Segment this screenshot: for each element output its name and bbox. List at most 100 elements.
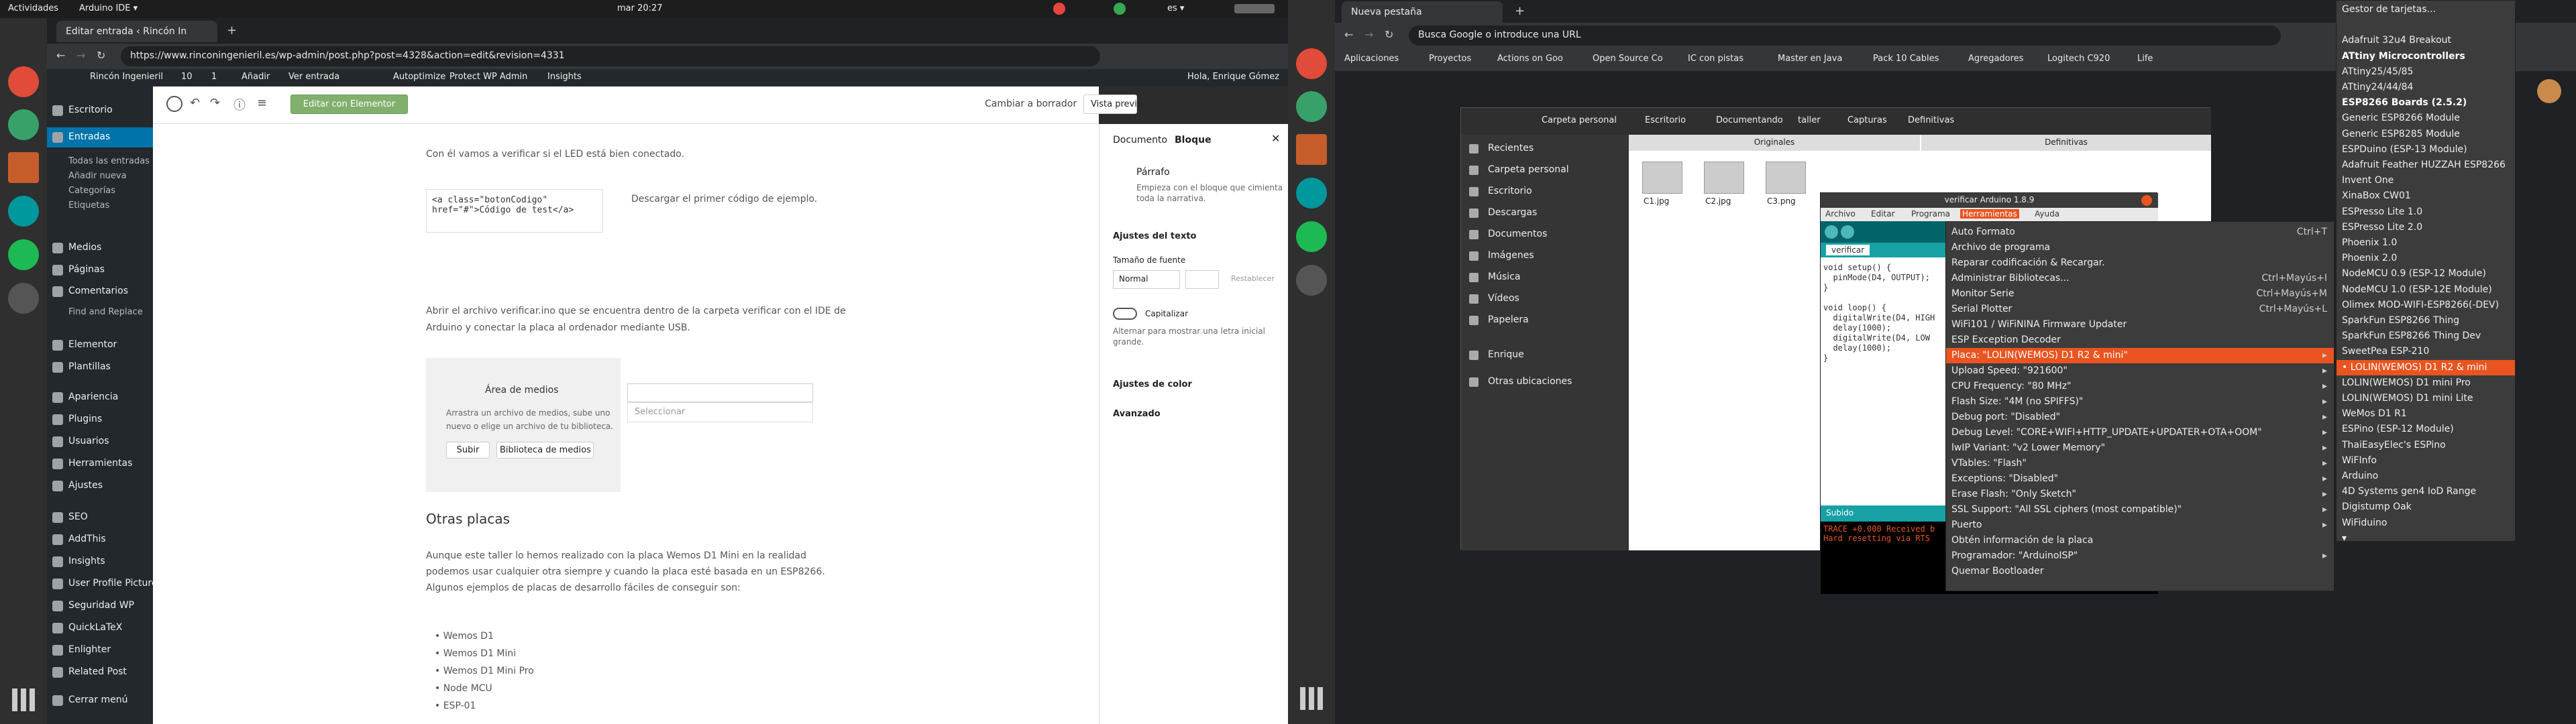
sidebar-item-17[interactable]: QuickLaTeX (47, 618, 153, 638)
omnibox-right[interactable]: Busca Google o introduce una URL (1409, 25, 2281, 46)
list-item[interactable]: • Wemos D1 (435, 631, 494, 642)
sidebar-subitem-2[interactable]: Categorías (47, 184, 153, 198)
sidebar-item-8[interactable]: Plugins (47, 410, 153, 430)
board-item-11[interactable]: Invent One (2337, 173, 2515, 188)
board-item-25[interactable]: LOLIN(WEMOS) D1 mini Lite (2337, 391, 2515, 406)
bookmark-0[interactable]: Aplicaciones (1344, 54, 1399, 64)
apps-grid-icon[interactable] (12, 688, 35, 711)
sidebar-subitem-1[interactable]: Añadir nueva (47, 169, 153, 184)
menu-ayuda[interactable]: Ayuda (2033, 209, 2061, 219)
sidebar-item-14[interactable]: Insights (47, 552, 153, 572)
board-item-7[interactable]: Generic ESP8266 Module (2337, 111, 2515, 126)
pane-definitivas[interactable]: Definitivas (1921, 135, 2211, 151)
wp-insights[interactable]: Insights (547, 72, 582, 82)
sidebar-item-11[interactable]: Ajustes (47, 476, 153, 496)
sidebar-item-12[interactable]: SEO (47, 507, 153, 528)
board-item-23[interactable]: • LOLIN(WEMOS) D1 R2 & mini (2337, 359, 2515, 375)
board-item-24[interactable]: LOLIN(WEMOS) D1 mini Pro (2337, 375, 2515, 391)
board-item-29[interactable]: WiFInfo (2337, 453, 2515, 469)
forward-icon-right[interactable]: → (1364, 28, 1373, 41)
switch-draft[interactable]: Cambiar a borrador (985, 99, 1077, 109)
place-item-4[interactable]: Documentos (1488, 229, 1547, 239)
board-item-31[interactable]: 4D Systems gen4 IoD Range (2337, 484, 2515, 499)
back-icon[interactable]: ← (56, 49, 65, 62)
board-item-12[interactable]: XinaBox CW01 (2337, 188, 2515, 204)
info-icon[interactable]: ⓘ (233, 96, 246, 113)
tools-menu-item-4[interactable]: Monitor Serie Ctrl+Mayús+M (1946, 286, 2334, 302)
app-dock-icon[interactable] (8, 109, 39, 140)
sketch-tab[interactable]: verificar (1826, 245, 1870, 255)
place-item-7[interactable]: Vídeos (1488, 293, 1519, 304)
board-item-16[interactable]: Phoenix 2.0 (2337, 251, 2515, 266)
sidebar-subitem-4[interactable]: Find and Replace (47, 305, 153, 320)
board-item-9[interactable]: ESPDuino (ESP-13 Module) (2337, 142, 2515, 158)
place-item-3[interactable]: Descargas (1488, 207, 1537, 218)
bookmark-2[interactable]: Actions on Goo (1497, 54, 1563, 64)
sidebar-subitem-0[interactable]: Todas las entradas (47, 154, 153, 169)
font-size-input[interactable] (1185, 270, 1219, 289)
sidebar-item-2[interactable]: Medios (47, 238, 153, 258)
tools-menu-item-14[interactable]: lwIP Variant: "v2 Lower Memory" ▸ (1946, 440, 2334, 456)
undo-icon[interactable]: ↶ (190, 96, 200, 110)
advanced-header[interactable]: Avanzado (1113, 409, 1161, 419)
sidebar-item-4[interactable]: Comentarios (47, 282, 153, 302)
bookmark-6[interactable]: Pack 10 Cables (1873, 54, 1939, 64)
board-item-15[interactable]: Phoenix 1.0 (2337, 235, 2515, 251)
language-indicator[interactable]: es ▾ (1167, 3, 1184, 13)
chrome-tray-icon[interactable] (1053, 3, 1065, 15)
bookmark-8[interactable]: Logitech C920 (2047, 54, 2110, 64)
bookmark-7[interactable]: Agregadores (1968, 54, 2023, 64)
media-block[interactable]: Área de medios Arrastra un archivo de me… (426, 358, 621, 492)
pane-originals[interactable]: Originales (1629, 135, 1920, 151)
board-item-2[interactable]: Adafruit 32u4 Breakout (2337, 33, 2515, 48)
sidebar-subitem-3[interactable]: Etiquetas (47, 198, 153, 213)
tools-menu-item-0[interactable]: Auto Formato Ctrl+T (1946, 225, 2334, 240)
bookmark-3[interactable]: Open Source Co (1593, 54, 1663, 64)
tools-menu-item-7[interactable]: ESP Exception Decoder (1946, 333, 2334, 348)
sidebar-item-19[interactable]: Related Post (47, 662, 153, 682)
sidebar-item-20[interactable]: Cerrar menú (47, 690, 153, 711)
arduino-dock-icon-right[interactable] (1296, 178, 1327, 208)
apps-grid-icon-right[interactable] (1300, 687, 1323, 710)
path-segment-4[interactable]: Capturas (1847, 115, 1887, 125)
tools-menu-item-2[interactable]: Reparar codificación & Recargar. (1946, 255, 2334, 271)
code-block[interactable]: <a class="botonCodigo" href="#">Código d… (426, 189, 603, 233)
path-segment-5[interactable]: Definitivas (1908, 115, 1954, 125)
tab-new[interactable]: Nueva pestaña (1342, 1, 1503, 23)
file-thumbnail[interactable] (1766, 162, 1806, 194)
wp-protect[interactable]: Protect WP Admin (449, 72, 527, 82)
arduino-dock-icon[interactable] (8, 196, 39, 227)
menu-editar[interactable]: Editar (1869, 209, 1897, 219)
tools-menu-item-9[interactable]: Upload Speed: "921600" ▸ (1946, 363, 2334, 379)
activities-button[interactable]: Actividades (8, 3, 58, 13)
spotify-dock-icon-right[interactable] (1296, 221, 1327, 252)
wp-updates[interactable]: 10 (181, 72, 193, 82)
tools-menu-item-17[interactable]: Erase Flash: "Only Sketch" ▸ (1946, 487, 2334, 502)
block-toolbar[interactable] (627, 383, 813, 402)
sidebar-item-7[interactable]: Apariencia (47, 387, 153, 408)
file-thumbnail[interactable] (1642, 162, 1682, 194)
bookmark-1[interactable]: Proyectos (1429, 54, 1471, 64)
wp-autoptimize[interactable]: Autoptimize (393, 72, 445, 82)
board-item-32[interactable]: Digistump Oak (2337, 499, 2515, 515)
board-item-14[interactable]: ESPresso Lite 2.0 (2337, 220, 2515, 235)
tools-menu-item-8[interactable]: Placa: "LOLIN(WEMOS) D1 R2 & mini" ▸ (1946, 348, 2334, 363)
tools-menu-item-18[interactable]: SSL Support: "All SSL ciphers (most comp… (1946, 502, 2334, 518)
board-item-22[interactable]: SweetPea ESP-210 (2337, 344, 2515, 359)
tools-menu-item-19[interactable]: Puerto ▸ (1946, 518, 2334, 533)
place-item-8[interactable]: Papelera (1488, 314, 1529, 325)
list-item[interactable]: • Wemos D1 Mini Pro (435, 666, 534, 676)
new-tab-icon-right[interactable]: + (1515, 4, 1525, 18)
close-icon[interactable]: ✕ (1271, 132, 1280, 145)
board-item-4[interactable]: ATtiny25/45/85 (2337, 64, 2515, 80)
board-item-26[interactable]: WeMos D1 R1 (2337, 406, 2515, 422)
wp-site-name[interactable]: Rincón Ingenieril (90, 72, 163, 82)
board-item-30[interactable]: Arduino (2337, 469, 2515, 484)
tab-edit-post[interactable]: Editar entrada ‹ Rincón In (56, 21, 217, 42)
menu-programa[interactable]: Programa (1909, 209, 1952, 219)
clock[interactable]: mar 20:27 (617, 3, 663, 13)
tab-document[interactable]: Documento (1113, 135, 1167, 145)
chrome-dock-icon[interactable] (8, 66, 39, 97)
wp-greeting[interactable]: Hola, Enrique Gómez (1187, 72, 1279, 82)
paragraph-2b[interactable]: Arduino y conectar la placa al ordenador… (426, 322, 690, 333)
